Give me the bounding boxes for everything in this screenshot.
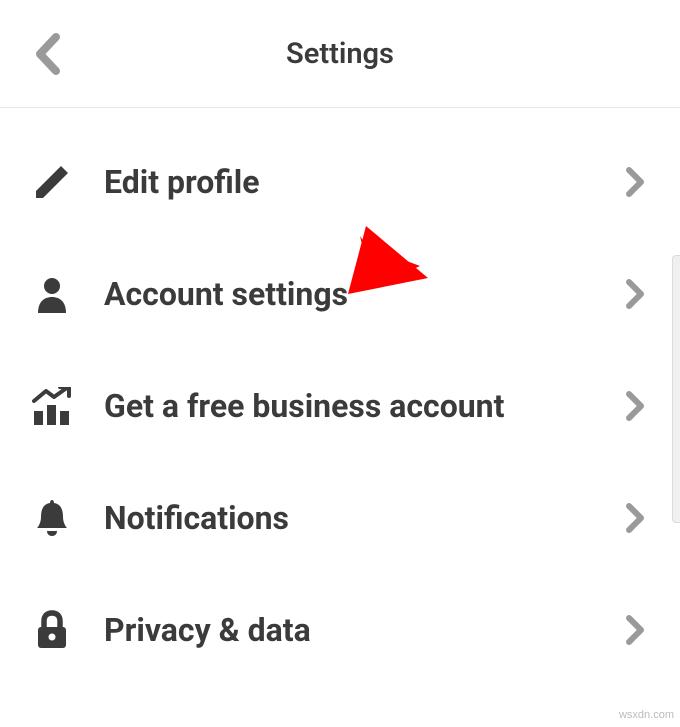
menu-item-business-account[interactable]: Get a free business account (0, 350, 680, 462)
menu-item-notifications[interactable]: Notifications (0, 462, 680, 574)
menu-item-account-settings[interactable]: Account settings (0, 238, 680, 350)
watermark: wsxdn.com (619, 709, 674, 721)
menu-item-label: Get a free business account (104, 387, 620, 425)
back-button[interactable] (18, 24, 78, 84)
bell-icon (30, 496, 74, 540)
chevron-right-icon (620, 167, 650, 197)
menu-item-label: Edit profile (104, 163, 620, 201)
header: Settings (0, 0, 680, 108)
menu-item-privacy-data[interactable]: Privacy & data (0, 574, 680, 686)
pencil-icon (30, 160, 74, 204)
chevron-right-icon (620, 391, 650, 421)
person-icon (30, 272, 74, 316)
chart-icon (30, 384, 74, 428)
menu-item-label: Account settings (104, 275, 620, 313)
menu-item-edit-profile[interactable]: Edit profile (0, 126, 680, 238)
settings-menu: Edit profile Account settings (0, 108, 680, 686)
chevron-right-icon (620, 615, 650, 645)
scroll-indicator[interactable] (672, 255, 680, 523)
chevron-left-icon (34, 33, 62, 75)
lock-icon (30, 608, 74, 652)
menu-item-label: Notifications (104, 499, 620, 537)
chevron-right-icon (620, 503, 650, 533)
menu-item-label: Privacy & data (104, 611, 620, 649)
page-title: Settings (286, 37, 394, 71)
chevron-right-icon (620, 279, 650, 309)
